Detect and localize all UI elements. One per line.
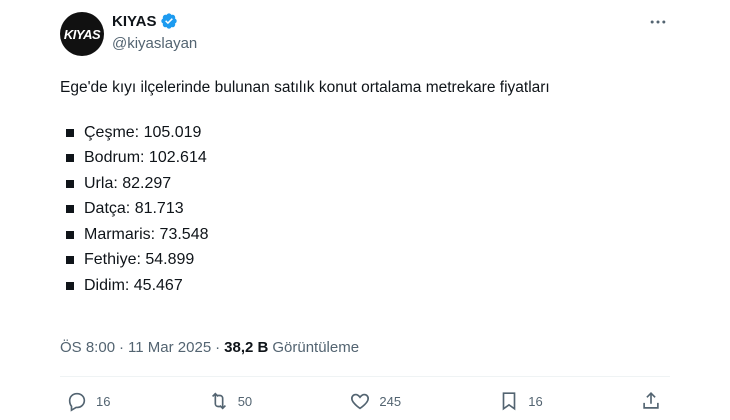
handle[interactable]: @kiyaslayan (112, 35, 197, 52)
verified-badge-icon (161, 13, 178, 29)
tweet-time[interactable]: ÖS 8:00 (60, 339, 115, 356)
list-item-text: Fethiye: 54.899 (84, 251, 195, 269)
list-item: Datça: 81.713 (60, 197, 550, 223)
bullet (66, 281, 74, 290)
tweet-intro: Ege'de kıyı ilçelerinde bulunan satılık … (60, 79, 550, 96)
list-item: Bodrum: 102.614 (60, 146, 550, 172)
like-button[interactable]: 245 (349, 390, 401, 412)
reply-button[interactable]: 16 (66, 390, 110, 412)
bullet (66, 154, 74, 163)
views-count: 38,2 B (224, 339, 269, 356)
bullet (66, 128, 74, 137)
share-icon (643, 392, 659, 409)
repost-button[interactable]: 50 (208, 390, 252, 412)
bullet (66, 179, 74, 188)
more-icon[interactable] (648, 12, 668, 32)
list-item-text: Çeşme: 105.019 (84, 123, 202, 141)
list-item: Fethiye: 54.899 (60, 248, 550, 274)
author-row: KIYAS (112, 12, 178, 30)
bullet (66, 205, 74, 214)
views-label: Görüntüleme (272, 339, 360, 356)
meta-separator: · (119, 339, 125, 356)
repost-count: 50 (237, 393, 253, 409)
price-list: Çeşme: 105.019 Bodrum: 102.614 Urla: 82.… (60, 120, 550, 299)
tweet: KIYAS KIYAS @kiyaslayan Ege'de kıyı ilçe… (58, 0, 670, 420)
list-item-text: Datça: 81.713 (84, 200, 184, 218)
divider (60, 376, 670, 377)
list-item: Çeşme: 105.019 (60, 120, 550, 146)
reply-count: 16 (96, 393, 111, 409)
list-item-text: Urla: 82.297 (84, 174, 172, 192)
display-name[interactable]: KIYAS (112, 13, 156, 30)
list-item: Marmaris: 73.548 (60, 222, 550, 248)
tweet-date[interactable]: 11 Mar 2025 (128, 339, 211, 356)
meta-separator: · (215, 339, 221, 356)
like-icon (351, 393, 370, 410)
bookmark-icon (502, 392, 516, 411)
share-button[interactable] (640, 390, 662, 412)
reply-icon (68, 392, 86, 412)
bullet (66, 256, 74, 265)
bookmark-count: 16 (528, 393, 543, 409)
bookmark-button[interactable]: 16 (498, 390, 543, 412)
list-item-text: Marmaris: 73.548 (84, 225, 209, 243)
action-bar: 16 50 245 16 (66, 390, 662, 412)
list-item-text: Bodrum: 102.614 (84, 149, 207, 167)
list-item: Urla: 82.297 (60, 171, 550, 197)
list-item: Didim: 45.467 (60, 273, 550, 299)
list-item-text: Didim: 45.467 (84, 276, 183, 294)
tweet-meta: ÖS 8:00 · 11 Mar 2025 · 38,2 B Görüntüle… (60, 339, 359, 356)
repost-icon (211, 392, 226, 410)
bullet (66, 230, 74, 239)
avatar[interactable]: KIYAS (60, 12, 104, 56)
like-count: 245 (379, 393, 402, 409)
tweet-body: Ege'de kıyı ilçelerinde bulunan satılık … (60, 78, 550, 299)
